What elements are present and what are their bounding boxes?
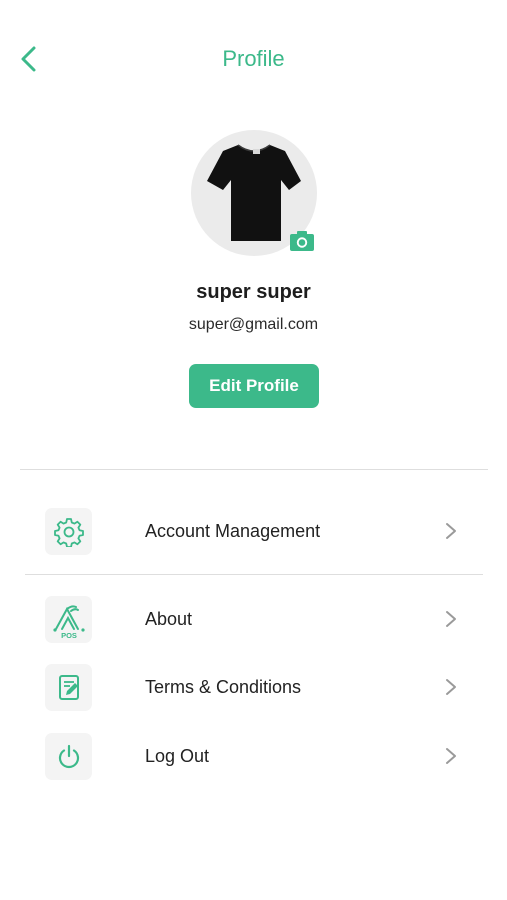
menu-item-label: About (145, 609, 193, 629)
menu-item-label: Terms & Conditions (145, 677, 302, 697)
document-edit-icon-tile (45, 664, 92, 711)
menu-item-label: Account Management (145, 521, 321, 541)
chevron-right-icon (439, 519, 463, 543)
divider (20, 469, 488, 470)
chevron-right-icon (439, 607, 463, 631)
power-icon (58, 744, 79, 768)
gear-icon-tile (45, 508, 92, 555)
chevron-right-icon (439, 675, 463, 699)
menu-item-log-out[interactable]: Log Out (25, 726, 483, 786)
page-title: Profile (222, 46, 285, 71)
menu-item-terms-conditions[interactable]: Terms & Conditions (25, 657, 483, 717)
menu-item-label: Log Out (145, 746, 210, 766)
menu-item-account-management[interactable]: Account Management (25, 501, 483, 561)
change-photo-button[interactable] (288, 227, 316, 255)
gear-icon (53, 517, 84, 547)
menu-item-about[interactable]: POS About (25, 589, 483, 649)
chevron-right-icon (439, 744, 463, 768)
app-header: Profile (0, 0, 507, 120)
avatar-container (191, 130, 317, 256)
pos-logo-icon: POS (52, 604, 85, 639)
divider (25, 574, 483, 575)
svg-text:POS: POS (61, 631, 77, 639)
document-edit-icon (58, 674, 79, 700)
pos-logo-icon-tile: POS (45, 596, 92, 643)
edit-profile-button[interactable]: Edit Profile (189, 364, 319, 408)
power-icon-tile (45, 733, 92, 780)
user-name: super super (196, 281, 311, 303)
camera-icon (290, 231, 314, 251)
user-email: super@gmail.com (188, 316, 319, 333)
